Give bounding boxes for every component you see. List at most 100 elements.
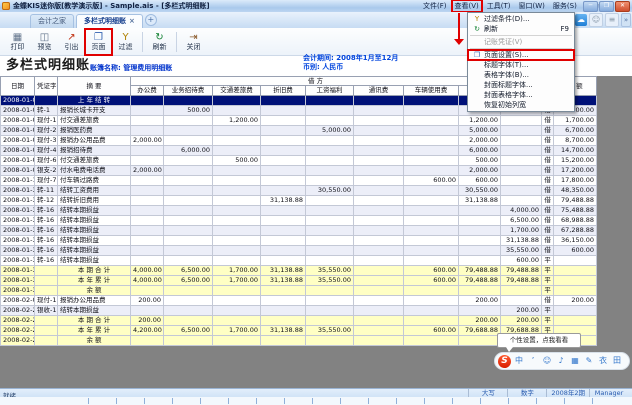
- cell[interactable]: [404, 206, 459, 216]
- cell[interactable]: 2,000.00: [459, 166, 501, 176]
- cell[interactable]: 借: [542, 116, 554, 126]
- cell[interactable]: [261, 316, 306, 326]
- cell[interactable]: 6,500.00: [164, 266, 213, 276]
- table-row[interactable]: 2008-01-3转-16结转本期损益1,700.00借67,288.88: [1, 226, 597, 236]
- cell[interactable]: [404, 236, 459, 246]
- cell[interactable]: [501, 136, 542, 146]
- cell[interactable]: 转-16: [35, 216, 58, 226]
- cell[interactable]: 1,700.00: [501, 226, 542, 236]
- cell[interactable]: 转-12: [35, 196, 58, 206]
- cell[interactable]: 79,488.88: [501, 276, 542, 286]
- cell[interactable]: 6,500.00: [164, 276, 213, 286]
- cell[interactable]: [213, 226, 261, 236]
- cell[interactable]: 结转本期损益: [58, 236, 131, 246]
- cell[interactable]: 现付-6: [35, 156, 58, 166]
- cell[interactable]: [164, 176, 213, 186]
- cell[interactable]: [261, 226, 306, 236]
- table-row[interactable]: 2008-01-0现付-6付交通差旅费500.00500.00借15,200.0…: [1, 156, 597, 166]
- cell[interactable]: [131, 256, 164, 266]
- cell[interactable]: 结转本期损益: [58, 246, 131, 256]
- cell[interactable]: [213, 176, 261, 186]
- cell[interactable]: 付交通差旅费: [58, 156, 131, 166]
- cell[interactable]: [306, 306, 354, 316]
- cell[interactable]: [131, 156, 164, 166]
- cell[interactable]: [131, 176, 164, 186]
- cell[interactable]: 31,138.88: [261, 276, 306, 286]
- cell[interactable]: [306, 216, 354, 226]
- cell[interactable]: [404, 256, 459, 266]
- cell[interactable]: [164, 256, 213, 266]
- page-button[interactable]: ❐页面: [85, 29, 112, 55]
- cell[interactable]: 2008-01-0: [1, 96, 35, 106]
- cell[interactable]: 5,000.00: [306, 126, 354, 136]
- cell[interactable]: 转-16: [35, 246, 58, 256]
- cell[interactable]: [354, 276, 404, 286]
- cell[interactable]: 平: [542, 286, 554, 296]
- cell[interactable]: 平: [542, 316, 554, 326]
- cell[interactable]: [213, 166, 261, 176]
- cell[interactable]: 2008-02-2: [1, 316, 35, 326]
- cell[interactable]: [131, 286, 164, 296]
- cell[interactable]: 借: [542, 126, 554, 136]
- cell[interactable]: 4,000.00: [131, 266, 164, 276]
- tab-1[interactable]: 多栏式明细账×: [76, 14, 143, 28]
- cell[interactable]: 2008-01-0: [1, 156, 35, 166]
- cell[interactable]: 2008-01-3: [1, 216, 35, 226]
- cell[interactable]: [261, 136, 306, 146]
- cell[interactable]: 付车辆过路费: [58, 176, 131, 186]
- cell[interactable]: [354, 306, 404, 316]
- cell[interactable]: [164, 246, 213, 256]
- view-menu-item-7[interactable]: 表格字体(B)...: [468, 70, 574, 80]
- cell[interactable]: [164, 316, 213, 326]
- cell[interactable]: [261, 186, 306, 196]
- cell[interactable]: 2008-01-0: [1, 126, 35, 136]
- cell[interactable]: 结转工资费用: [58, 186, 131, 196]
- cell[interactable]: 余 额: [58, 336, 131, 346]
- tab-close-icon[interactable]: ×: [129, 18, 135, 25]
- table-row[interactable]: 2008-01-3转-16结转本期损益4,000.00借75,488.88: [1, 206, 597, 216]
- table-row[interactable]: 2008-01-3转-16结转本期损益600.00平: [1, 256, 597, 266]
- view-menu-item-9[interactable]: 封面表格字体...: [468, 90, 574, 100]
- cell[interactable]: [306, 296, 354, 306]
- cell[interactable]: [164, 236, 213, 246]
- cell[interactable]: [164, 296, 213, 306]
- cell[interactable]: [459, 306, 501, 316]
- cell[interactable]: 现付-7: [35, 176, 58, 186]
- cell[interactable]: [213, 206, 261, 216]
- cell[interactable]: [354, 216, 404, 226]
- cell[interactable]: 借: [542, 246, 554, 256]
- cell[interactable]: [261, 176, 306, 186]
- cell[interactable]: [459, 256, 501, 266]
- cell[interactable]: [354, 126, 404, 136]
- cell[interactable]: [554, 316, 597, 326]
- cell[interactable]: 平: [542, 256, 554, 266]
- cell[interactable]: [164, 96, 213, 106]
- tab-0[interactable]: 会计之家: [30, 14, 74, 28]
- cell[interactable]: 2008-01-3: [1, 246, 35, 256]
- cell[interactable]: [261, 306, 306, 316]
- cell[interactable]: [354, 116, 404, 126]
- column-header[interactable]: 车辆使用费: [404, 86, 459, 96]
- filter-button[interactable]: Y过滤: [112, 29, 139, 55]
- close-button[interactable]: ✕: [615, 1, 630, 12]
- cell[interactable]: [35, 286, 58, 296]
- cell[interactable]: [404, 286, 459, 296]
- cell[interactable]: [404, 106, 459, 116]
- cell[interactable]: 48,350.00: [554, 186, 597, 196]
- cell[interactable]: 报销办公用品费: [58, 296, 131, 306]
- cell[interactable]: [354, 226, 404, 236]
- cell[interactable]: [131, 186, 164, 196]
- cell[interactable]: [554, 266, 597, 276]
- cell[interactable]: [501, 126, 542, 136]
- cell[interactable]: 结转本期损益: [58, 256, 131, 266]
- chevron-icon[interactable]: »: [621, 13, 631, 27]
- cell[interactable]: [35, 336, 58, 346]
- cell[interactable]: 2008-01-1: [1, 176, 35, 186]
- refresh-button[interactable]: ↻刷新: [146, 29, 173, 55]
- cell[interactable]: 转-16: [35, 226, 58, 236]
- cell[interactable]: [213, 146, 261, 156]
- cell[interactable]: 结转折旧费用: [58, 196, 131, 206]
- cell[interactable]: [131, 336, 164, 346]
- cell[interactable]: [404, 316, 459, 326]
- cloud-icon[interactable]: ☁: [575, 14, 587, 26]
